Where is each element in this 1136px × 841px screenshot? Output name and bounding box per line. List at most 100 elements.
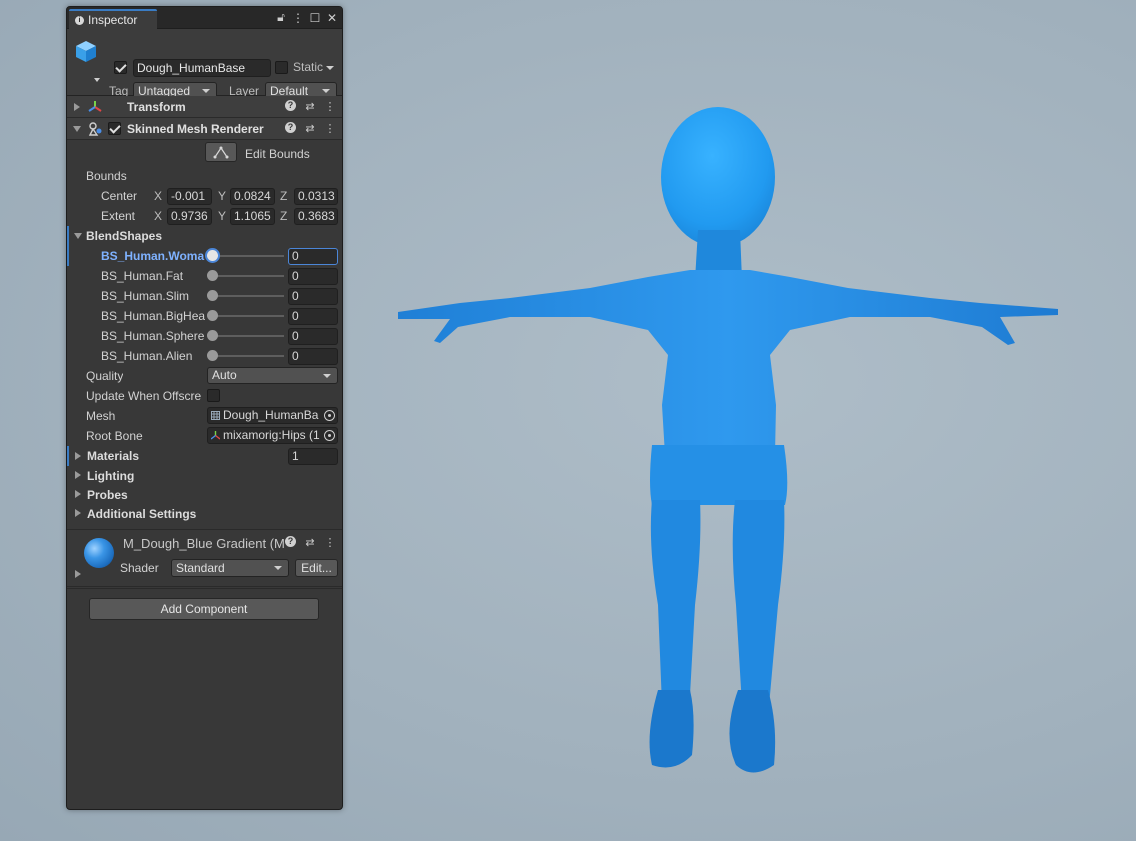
- divider: [67, 588, 342, 589]
- blendshape-slider-track[interactable]: [212, 255, 284, 257]
- gameobject-cube-icon[interactable]: [74, 39, 98, 63]
- chevron-down-icon: [322, 89, 330, 93]
- center-x-field[interactable]: -0.001: [167, 187, 212, 205]
- object-picker-icon[interactable]: [324, 410, 335, 421]
- blendshape-slider-track[interactable]: [212, 295, 284, 297]
- additional-settings-label: Additional Settings: [87, 507, 197, 521]
- icon-dropdown-chevron-icon[interactable]: [94, 78, 100, 82]
- blendshape-value-field[interactable]: 0: [288, 327, 338, 345]
- root-bone-row: Root Bone mixamorig:Hips (1: [67, 426, 342, 446]
- blendshape-slider-knob[interactable]: [207, 250, 218, 261]
- blendshape-slider-track[interactable]: [212, 355, 284, 357]
- maximize-icon[interactable]: ☐: [309, 11, 321, 25]
- window-controls: 🔓︎ ⋮ ☐ ✕: [275, 10, 338, 25]
- material-tools: ? ⇄ ⋮: [285, 536, 336, 549]
- blendshape-slider-track[interactable]: [212, 335, 284, 337]
- help-icon[interactable]: ?: [285, 122, 296, 133]
- foldout-collapsed-icon[interactable]: [74, 102, 80, 111]
- dough-human-character[interactable]: [390, 105, 1070, 785]
- help-icon[interactable]: ?: [285, 536, 296, 547]
- add-component-button[interactable]: Add Component: [89, 598, 319, 620]
- center-z-field[interactable]: 0.0313: [294, 187, 338, 205]
- additional-settings-foldout[interactable]: Additional Settings: [67, 504, 342, 523]
- blendshape-name: BS_Human.Alien: [101, 349, 193, 363]
- blendshape-value-field[interactable]: 0: [288, 287, 338, 305]
- quality-row: Quality Auto: [67, 366, 342, 386]
- blendshape-value-field[interactable]: 0: [288, 307, 338, 325]
- bounds-label: Bounds: [86, 169, 127, 183]
- blendshape-slider-knob[interactable]: [207, 270, 218, 281]
- tab-inspector[interactable]: i Inspector: [69, 9, 157, 29]
- close-icon[interactable]: ✕: [326, 11, 338, 25]
- quality-dropdown[interactable]: Auto: [207, 367, 338, 384]
- blendshape-slider-knob[interactable]: [207, 290, 218, 301]
- menu-dots-icon[interactable]: ⋮: [292, 11, 304, 25]
- update-offscreen-checkbox[interactable]: [207, 389, 220, 402]
- foldout-expanded-icon[interactable]: [73, 125, 81, 132]
- quality-value: Auto: [212, 368, 237, 382]
- menu-dots-icon[interactable]: ⋮: [324, 536, 336, 549]
- lock-icon[interactable]: 🔓︎: [275, 10, 287, 25]
- mesh-value: Dough_HumanBa: [223, 408, 319, 422]
- foldout-collapsed-icon[interactable]: [75, 452, 81, 460]
- blendshape-row: BS_Human.Fat 0: [67, 266, 342, 286]
- menu-dots-icon[interactable]: ⋮: [324, 122, 336, 135]
- foldout-collapsed-icon[interactable]: [75, 471, 81, 479]
- center-y-field[interactable]: 0.0824: [230, 187, 275, 205]
- blendshape-name: BS_Human.Fat: [101, 269, 184, 283]
- lighting-foldout[interactable]: Lighting: [67, 466, 342, 485]
- gameobject-name-field[interactable]: Dough_HumanBase: [133, 59, 271, 77]
- mesh-object-field[interactable]: Dough_HumanBa: [207, 407, 338, 424]
- blendshapes-foldout[interactable]: BlendShapes: [67, 226, 342, 246]
- shader-label: Shader: [120, 561, 159, 575]
- foldout-collapsed-icon[interactable]: [75, 570, 81, 578]
- blendshape-value-field[interactable]: 0: [288, 267, 338, 285]
- center-y-label: Y: [218, 189, 227, 203]
- chevron-down-icon: [202, 89, 210, 93]
- lighting-label: Lighting: [87, 469, 135, 483]
- bounds-extent-row: Extent X 0.9736 Y 1.1065 Z 0.3683: [67, 206, 342, 226]
- blendshape-slider-track[interactable]: [212, 275, 284, 277]
- blendshape-name: BS_Human.Woma: [101, 249, 205, 263]
- blendshape-value-field[interactable]: 0: [288, 347, 338, 365]
- menu-dots-icon[interactable]: ⋮: [324, 100, 336, 113]
- edit-bounds-button[interactable]: [205, 142, 237, 162]
- info-icon: i: [75, 15, 84, 25]
- transform-title: Transform: [127, 99, 186, 114]
- shader-edit-button[interactable]: Edit...: [295, 559, 338, 577]
- extent-label: Extent: [101, 209, 136, 223]
- static-checkbox[interactable]: [275, 61, 288, 74]
- extent-x-field[interactable]: 0.9736: [167, 207, 212, 225]
- object-picker-icon[interactable]: [324, 430, 335, 441]
- skinned-mesh-renderer-header[interactable]: Skinned Mesh Renderer ? ⇄ ⋮: [67, 118, 342, 140]
- mesh-row: Mesh Dough_HumanBa: [67, 406, 342, 426]
- transform-tools: ? ⇄ ⋮: [285, 100, 336, 113]
- probes-foldout[interactable]: Probes: [67, 485, 342, 504]
- blendshape-row: BS_Human.BigHea 0: [67, 306, 342, 326]
- extent-y-field[interactable]: 1.1065: [230, 207, 275, 225]
- blendshape-slider-knob[interactable]: [207, 350, 218, 361]
- static-dropdown[interactable]: Static: [293, 60, 335, 74]
- materials-foldout[interactable]: Materials 1: [67, 446, 342, 466]
- skinned-mesh-enabled-checkbox[interactable]: [108, 122, 121, 135]
- shader-dropdown[interactable]: Standard: [171, 559, 289, 577]
- help-icon[interactable]: ?: [285, 100, 296, 111]
- foldout-collapsed-icon[interactable]: [75, 509, 81, 517]
- blendshape-slider-knob[interactable]: [207, 310, 218, 321]
- preset-sliders-icon[interactable]: ⇄: [304, 122, 316, 135]
- transform-component-header[interactable]: Transform ? ⇄ ⋮: [67, 96, 342, 118]
- foldout-collapsed-icon[interactable]: [75, 490, 81, 498]
- root-bone-object-field[interactable]: mixamorig:Hips (1: [207, 427, 338, 444]
- gameobject-active-checkbox[interactable]: [114, 61, 127, 74]
- preset-sliders-icon[interactable]: ⇄: [304, 536, 316, 549]
- update-offscreen-label: Update When Offscre: [86, 389, 202, 403]
- inspector-tabbar: i Inspector 🔓︎ ⋮ ☐ ✕: [67, 7, 342, 29]
- preset-sliders-icon[interactable]: ⇄: [304, 100, 316, 113]
- foldout-expanded-icon[interactable]: [74, 233, 82, 239]
- blendshape-slider-track[interactable]: [212, 315, 284, 317]
- blendshape-slider-knob[interactable]: [207, 330, 218, 341]
- blendshape-name: BS_Human.Sphere: [101, 329, 205, 343]
- materials-count-field[interactable]: 1: [288, 447, 338, 465]
- blendshape-value-field[interactable]: 0: [288, 247, 338, 265]
- extent-z-field[interactable]: 0.3683: [294, 207, 338, 225]
